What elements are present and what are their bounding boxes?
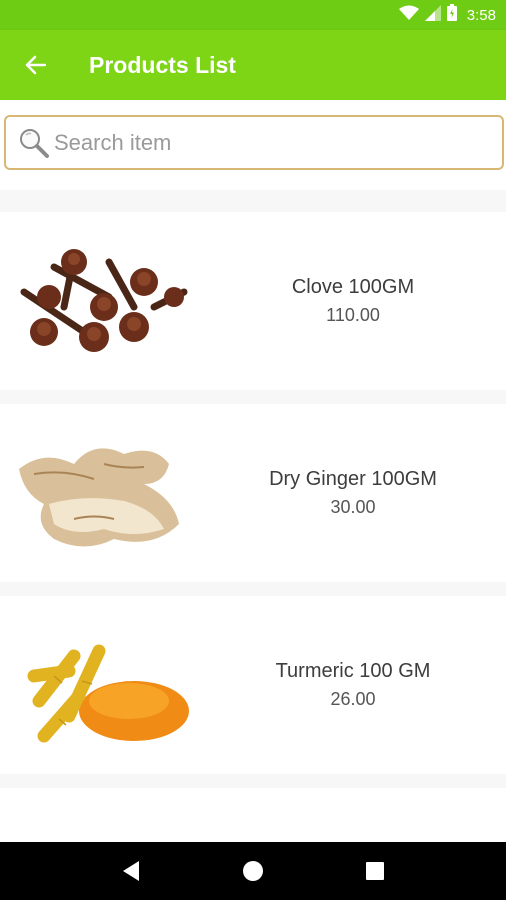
nav-home-icon — [243, 861, 263, 881]
turmeric-image — [27, 644, 189, 743]
product-price: 110.00 — [326, 305, 380, 325]
nav-recents-icon — [366, 862, 384, 880]
product-card-partial — [0, 788, 506, 848]
search-input[interactable] — [54, 129, 474, 156]
product-name: Dry Ginger 100GM — [269, 468, 437, 490]
product-card[interactable]: Turmeric 100 GM 26.00 — [0, 596, 506, 774]
nav-home-button[interactable] — [233, 851, 273, 891]
product-name: Turmeric 100 GM — [275, 660, 431, 682]
product-card[interactable]: Dry Ginger 100GM 30.00 — [0, 404, 506, 582]
clove-image — [20, 249, 188, 352]
app-bar: Products List — [0, 30, 506, 100]
search-icon — [20, 128, 49, 158]
page-title: Products List — [89, 51, 236, 78]
back-arrow-icon — [25, 55, 46, 75]
battery-icon — [446, 4, 457, 26]
search-box[interactable] — [4, 115, 504, 170]
signal-icon — [424, 4, 441, 26]
nav-back-icon — [123, 861, 139, 881]
wifi-icon — [398, 5, 419, 26]
nav-back-button[interactable] — [111, 851, 151, 891]
status-bar: 3:58 — [0, 0, 506, 30]
ginger-image — [19, 448, 179, 547]
system-nav-bar — [0, 842, 506, 900]
nav-recents-button[interactable] — [355, 851, 395, 891]
product-price: 26.00 — [330, 689, 376, 709]
product-price: 30.00 — [330, 497, 376, 517]
status-time: 3:58 — [466, 6, 496, 24]
product-name: Clove 100GM — [291, 276, 415, 298]
search-section — [0, 100, 506, 190]
product-card[interactable]: Clove 100GM 110.00 — [0, 212, 506, 390]
back-button[interactable] — [17, 47, 53, 83]
